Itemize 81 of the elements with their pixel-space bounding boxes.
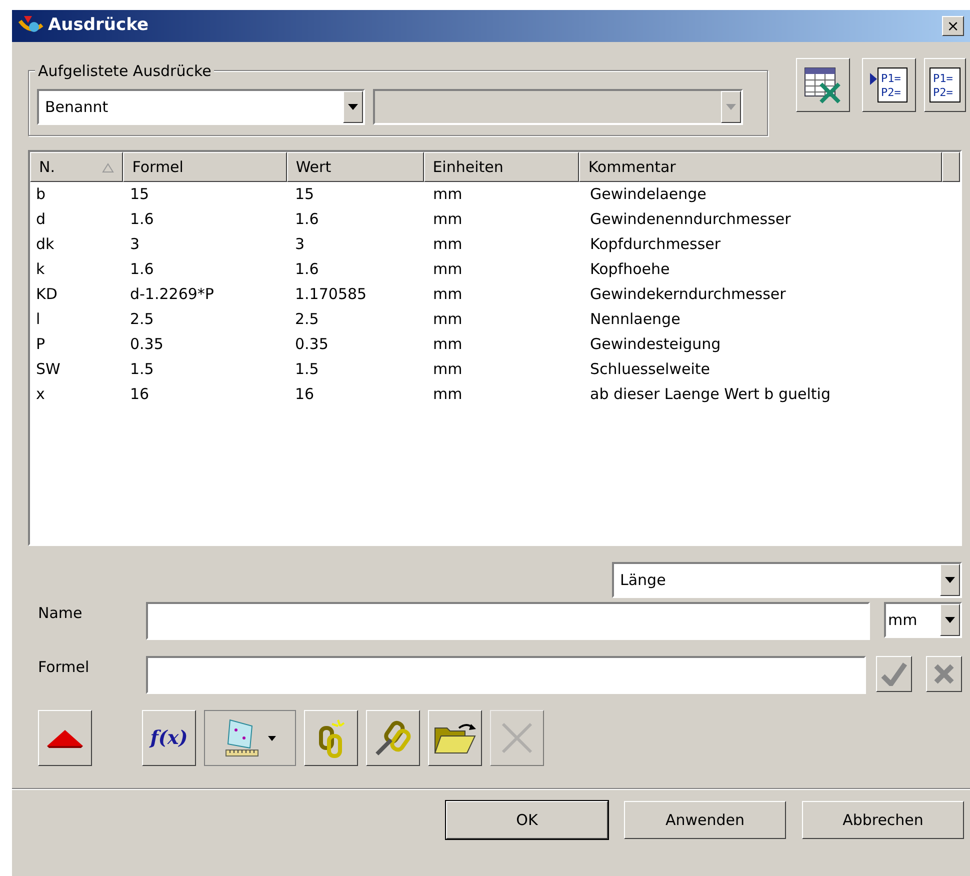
table-cell-text: Kopfdurchmesser (589, 235, 721, 254)
table-cell-text: 2.5 (294, 310, 319, 328)
caret-icon (268, 736, 276, 740)
name-cell-text: x (35, 385, 45, 404)
column-header[interactable]: Wert (286, 152, 424, 182)
close-button[interactable]: × (942, 16, 964, 36)
table-cell-text: Nennlaenge (589, 310, 680, 328)
cross-icon (499, 720, 535, 756)
name-cell-text: KD (35, 285, 58, 304)
table-cell-text: 2.5 (129, 310, 154, 328)
table-cell-text: Schluesselweite (589, 360, 710, 378)
chain-link-icon (316, 718, 346, 758)
measure-dropdown-button[interactable] (204, 710, 296, 766)
name-cell-text: k (35, 260, 45, 278)
name-cell-text: b (35, 185, 46, 204)
table-cell-text: ab dieser Laenge Wert b gueltig (589, 385, 830, 404)
table-cell-text: 3 (294, 235, 305, 254)
table-cell-text: Gewindesteigung (589, 335, 721, 354)
table-cell-text: mm (432, 360, 462, 378)
table-cell-text: 0.35 (294, 335, 328, 354)
unit-dropdown[interactable]: mm (884, 602, 962, 638)
table-cell-text: mm (432, 385, 462, 404)
filter-dropdown[interactable]: Benannt (37, 89, 365, 125)
triangle-up-icon (45, 728, 85, 748)
table-cell-text: mm (432, 210, 462, 228)
name-cell-text: dk (35, 235, 54, 254)
table-cell-text: mm (432, 235, 462, 254)
table-cell-text: 15 (294, 185, 314, 204)
toolbar-button[interactable] (428, 710, 482, 766)
name-field[interactable] (146, 602, 870, 640)
table-cell-text: 1.5 (129, 360, 154, 378)
toolbar-button[interactable] (38, 710, 92, 766)
toolbar-button[interactable] (304, 710, 358, 766)
column-header[interactable]: Kommentar (579, 152, 942, 182)
column-header[interactable]: Einheiten (424, 152, 580, 182)
table-cell-text: 1.6 (129, 260, 154, 278)
table-cell-text: 1.170585 (294, 285, 367, 304)
table-cell-text: Gewindelaenge (589, 185, 706, 204)
dialog-button[interactable]: Abbrechen (802, 801, 964, 839)
table-cell-text: mm (432, 260, 462, 278)
name-cell-text: l (35, 310, 40, 328)
toolbar-button[interactable]: P1= P2= (924, 58, 966, 112)
table-cell-text: Gewindekerndurchmesser (589, 285, 786, 304)
name-cell-text: P (35, 335, 46, 354)
toolbar-button[interactable] (796, 58, 850, 112)
ruler-icon (224, 718, 260, 758)
table-cell-text: Gewindenenndurchmesser (589, 210, 791, 228)
table-cell-text: d-1.2269*P (129, 285, 214, 304)
table-cell-text: 15 (129, 185, 150, 204)
table-cell-text: 1.6 (294, 210, 319, 228)
check-icon (881, 662, 907, 686)
chain-link-icon (373, 718, 413, 758)
name-cell-text: SW (35, 360, 60, 378)
ok-button[interactable]: OK (446, 801, 608, 839)
table-cell-text: Kopfhoehe (589, 260, 670, 278)
window-title: Ausdrücke (48, 14, 148, 38)
toolbar-button[interactable]: f(x) (142, 710, 196, 766)
dialog-button[interactable]: Anwenden (624, 801, 786, 839)
toolbar-button[interactable] (366, 710, 420, 766)
table-cell-text: 16 (129, 385, 150, 404)
table-cell-text: mm (432, 310, 462, 328)
table-cell-text: 0.35 (129, 335, 164, 354)
column-header[interactable]: N. (30, 152, 124, 182)
name-cell-text: d (35, 210, 46, 228)
table-cell-text: mm (432, 335, 462, 354)
spreadsheet-icon (803, 66, 843, 104)
type-dropdown[interactable]: Länge (612, 562, 962, 598)
formula-field[interactable] (146, 656, 866, 694)
table-cell-text: 16 (294, 385, 314, 404)
toolbar-button[interactable]: P1= P2= (862, 58, 916, 112)
field-label: Name (38, 603, 84, 624)
column-header[interactable]: Formel (123, 152, 287, 182)
table-cell-text: 1.5 (294, 360, 319, 378)
table-cell-text: 3 (129, 235, 140, 254)
table-cell-text: 1.6 (129, 210, 154, 228)
table-cell-text: mm (432, 185, 462, 204)
parameter-list-icon: P1= P2= (928, 65, 962, 105)
table-cell-text: 1.6 (294, 260, 319, 278)
field-label: Formel (38, 657, 90, 678)
table-cell-text: mm (432, 285, 462, 304)
cross-icon (933, 663, 955, 685)
